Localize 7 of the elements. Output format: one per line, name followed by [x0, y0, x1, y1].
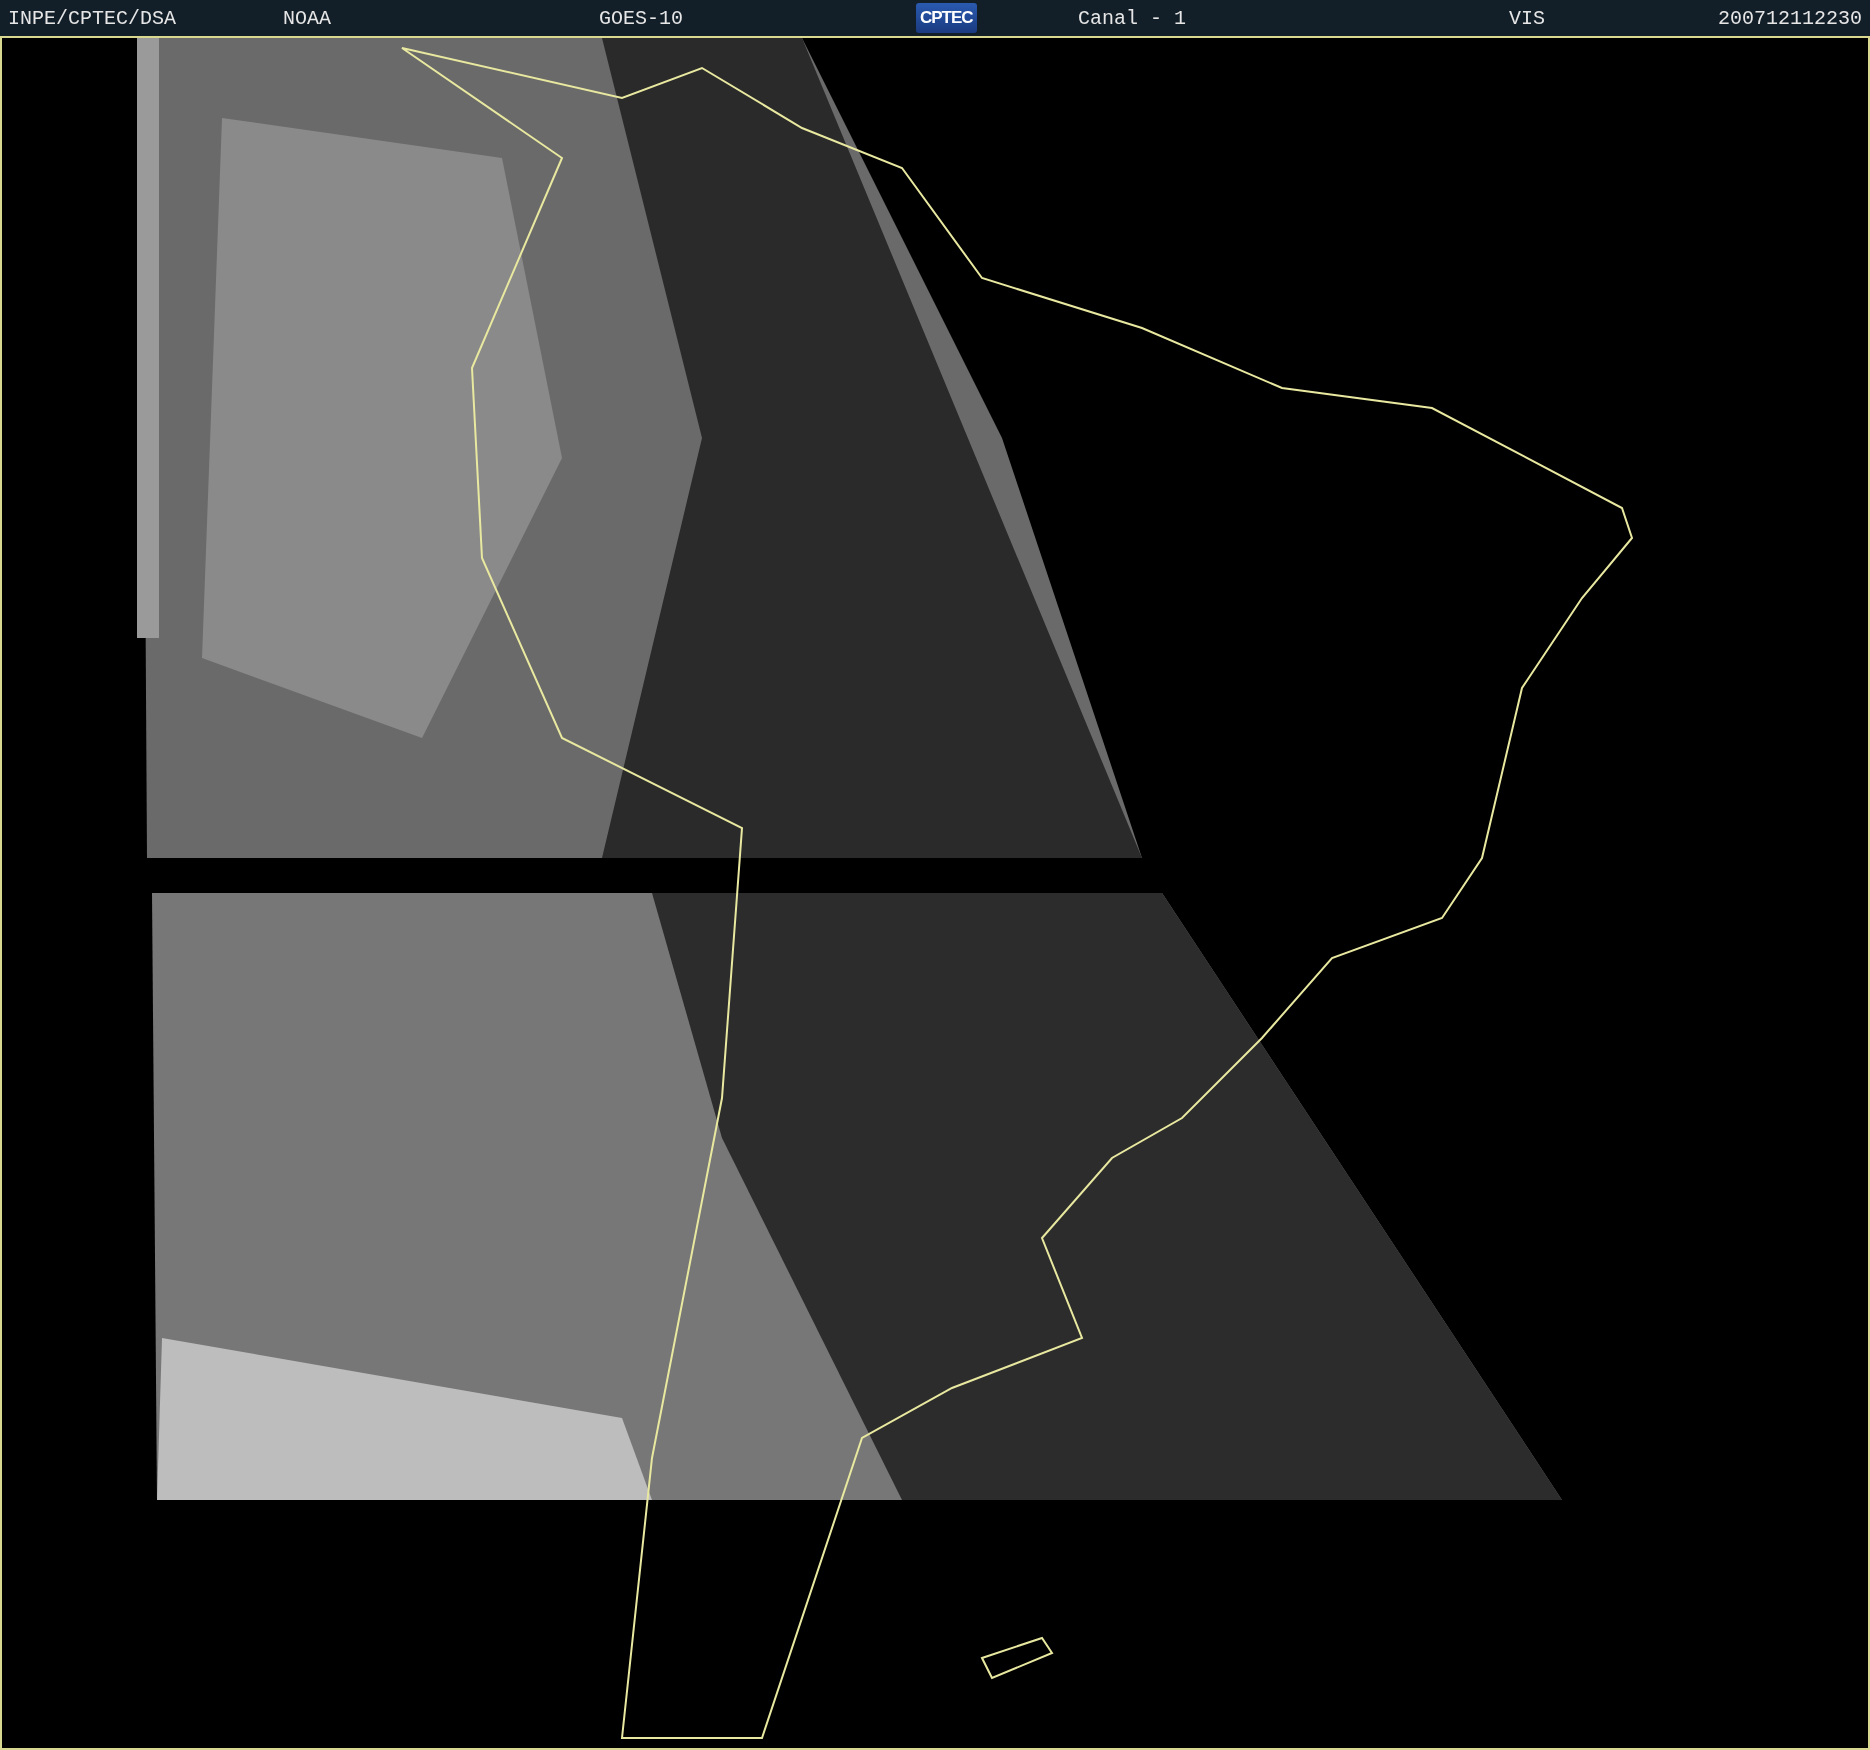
satellite-label: GOES-10	[599, 6, 683, 30]
agency-label: INPE/CPTEC/DSA	[8, 6, 177, 30]
channel-label: Canal - 1	[1078, 6, 1187, 30]
cptec-logo: CPTEC	[916, 3, 977, 33]
source-label: NOAA	[283, 6, 331, 30]
band-label: VIS	[1509, 6, 1545, 30]
timestamp-label: 200712112230	[1717, 6, 1862, 30]
